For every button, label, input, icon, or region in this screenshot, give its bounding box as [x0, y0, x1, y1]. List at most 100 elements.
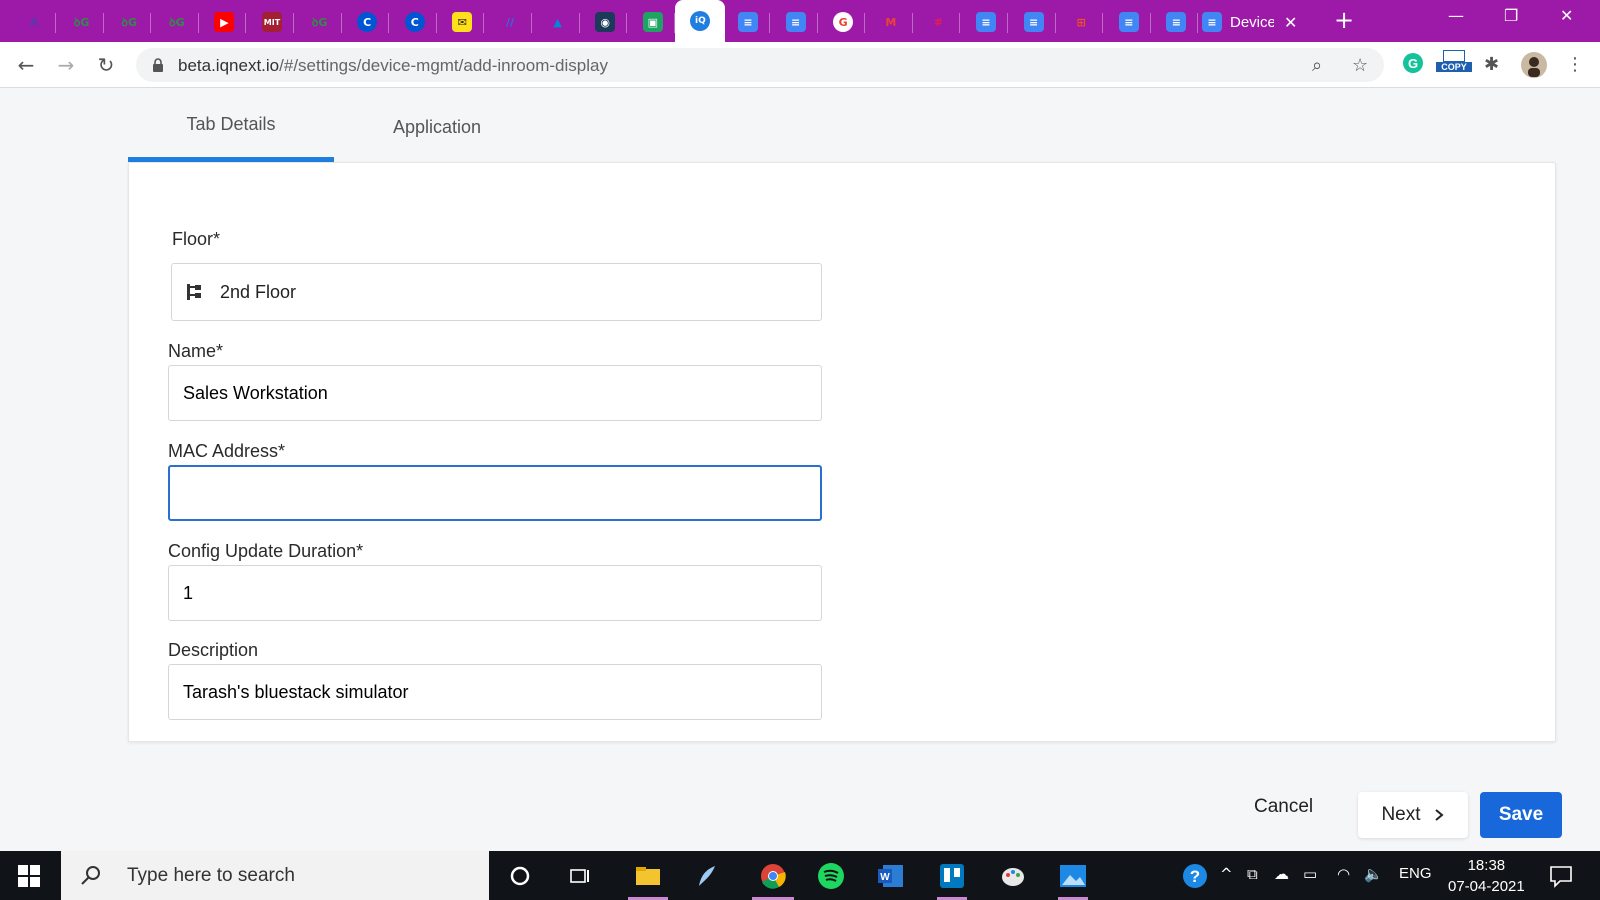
spotify-icon[interactable]	[816, 862, 846, 890]
photos-icon[interactable]	[1058, 862, 1088, 900]
chevron-right-icon	[1434, 809, 1444, 821]
windows-start-icon[interactable]	[18, 865, 40, 887]
chrome-icon[interactable]	[752, 862, 794, 900]
browser-tab[interactable]: ✉	[440, 4, 485, 40]
browser-tab[interactable]: C	[393, 4, 437, 40]
save-button[interactable]: Save	[1480, 792, 1562, 838]
meet-now-icon[interactable]: ⧉	[1247, 865, 1258, 883]
back-arrow-icon[interactable]: ←	[12, 51, 40, 79]
wifi-icon[interactable]: ◠	[1337, 865, 1350, 883]
language-indicator[interactable]: ENG	[1399, 865, 1432, 882]
minimize-icon[interactable]: —	[1448, 6, 1464, 25]
extensions-puzzle-icon[interactable]: ✱	[1484, 54, 1499, 75]
coursera-icon: C	[357, 12, 378, 32]
tab-separator	[769, 13, 770, 33]
gmail-icon: M	[885, 15, 897, 29]
azure-icon: ▲	[553, 15, 562, 29]
clock[interactable]: 18:38 07-04-2021	[1448, 855, 1525, 897]
volume-icon[interactable]: 🔈	[1364, 865, 1383, 883]
config-update-duration-field[interactable]	[183, 566, 821, 620]
cancel-button[interactable]: Cancel	[1254, 796, 1313, 818]
browser-tab[interactable]: ▶	[202, 4, 247, 40]
copy-extension-icon[interactable]: COPY	[1436, 50, 1472, 72]
eye-app-icon: ◉	[595, 12, 616, 32]
browser-tab[interactable]: C	[345, 4, 390, 40]
feather-app-icon[interactable]	[692, 862, 722, 890]
browser-tab[interactable]: ≡	[774, 4, 818, 40]
browser-tab[interactable]: ꝺG	[155, 4, 199, 40]
close-window-icon[interactable]: ✕	[1560, 6, 1573, 25]
browser-tab-title: Device	[1230, 13, 1274, 31]
tab-application[interactable]: Application	[334, 92, 540, 162]
cortana-icon[interactable]	[505, 862, 535, 890]
microsoft-icon: ⊞	[1076, 15, 1086, 29]
name-field[interactable]	[183, 366, 821, 420]
browser-tab[interactable]: //	[488, 4, 532, 40]
address-bar[interactable]: beta.iqnext.io/#/settings/device-mgmt/ad…	[136, 48, 1384, 82]
copy-badge: COPY	[1436, 62, 1472, 72]
reload-icon[interactable]: ↻	[92, 51, 120, 79]
grammarly-icon[interactable]: G	[1402, 52, 1424, 74]
browser-tab[interactable]: MIT	[250, 4, 294, 40]
browser-tab[interactable]: G	[821, 4, 866, 40]
paint-icon[interactable]	[998, 862, 1028, 890]
tab-separator	[340, 13, 342, 33]
geeksforgeeks-icon: ꝺG	[73, 15, 90, 29]
description-input[interactable]	[168, 664, 822, 720]
svg-text:?: ?	[1190, 867, 1200, 886]
browser-tab[interactable]: M	[869, 4, 913, 40]
menu-dots-icon[interactable]: ⋮	[1566, 54, 1584, 75]
task-view-icon[interactable]	[565, 862, 595, 890]
browser-tab[interactable]: #	[916, 4, 961, 40]
new-tab-button[interactable]: +	[1334, 6, 1354, 34]
next-button[interactable]: Next	[1358, 792, 1468, 838]
config-update-duration-input[interactable]	[168, 565, 822, 621]
browser-tab[interactable]: ꝺG	[107, 4, 152, 40]
browser-tab-strip: ≡ Device ✕ + — ❐ ✕ AꝺG ꝺG ꝺG ▶ MIT ꝺG C C ✉ // ▲ ◉ ▣…	[0, 0, 1600, 42]
trello-icon[interactable]	[937, 862, 967, 900]
browser-tab[interactable]: ≡	[1154, 4, 1199, 40]
browser-tab[interactable]: ⊞	[1059, 4, 1104, 40]
browser-tab[interactable]: ≡	[964, 4, 1008, 40]
name-label: Name*	[168, 341, 224, 361]
browser-tab[interactable]: iQ	[675, 0, 726, 42]
browser-tab[interactable]: A	[12, 4, 56, 40]
tab-separator	[578, 13, 580, 33]
tab-separator	[102, 13, 104, 33]
profile-avatar[interactable]	[1520, 51, 1548, 79]
browser-tab-device[interactable]: ≡ Device ✕	[1202, 4, 1314, 40]
mit-ocw-icon: MIT	[262, 12, 282, 32]
browser-tab[interactable]: ▣	[631, 4, 675, 40]
config-update-duration-label: Config Update Duration*	[168, 541, 364, 561]
tab-tab-details[interactable]: Tab Details	[128, 92, 334, 162]
google-chat-icon: ▣	[642, 12, 663, 32]
mac-address-input[interactable]	[168, 465, 822, 521]
browser-tab[interactable]: ◉	[583, 4, 628, 40]
google-docs-icon: ≡	[738, 12, 758, 32]
notifications-icon[interactable]	[1548, 863, 1574, 889]
onedrive-cloud-icon[interactable]: ☁	[1274, 865, 1289, 883]
taskbar-search[interactable]: Type here to search	[61, 851, 489, 900]
browser-tab[interactable]: ꝺG	[298, 4, 342, 40]
tab-separator	[245, 13, 247, 33]
close-tab-icon[interactable]: ✕	[1284, 13, 1297, 32]
bookmark-star-icon[interactable]: ☆	[1352, 55, 1368, 76]
help-icon[interactable]: ?	[1182, 863, 1208, 889]
zoom-icon[interactable]: ⌕	[1312, 55, 1322, 76]
tab-separator	[531, 13, 532, 33]
browser-tab[interactable]: ꝺG	[60, 4, 104, 40]
word-icon[interactable]: W	[876, 862, 906, 890]
description-field[interactable]	[183, 665, 821, 719]
browser-tab[interactable]: ≡	[1107, 4, 1151, 40]
show-hidden-icons-chevron-icon[interactable]: ^	[1220, 865, 1233, 883]
mac-address-field[interactable]	[184, 467, 820, 519]
floor-select[interactable]: 2nd Floor	[171, 263, 822, 321]
browser-tab[interactable]: ≡	[1012, 4, 1056, 40]
restore-icon[interactable]: ❐	[1504, 6, 1518, 25]
name-input[interactable]	[168, 365, 822, 421]
browser-tab[interactable]: ▲	[536, 4, 580, 40]
battery-icon[interactable]: ▭	[1303, 865, 1317, 883]
file-explorer-icon[interactable]	[628, 862, 668, 900]
browser-tab[interactable]: ≡	[726, 4, 770, 40]
forward-arrow-icon[interactable]: →	[52, 51, 80, 79]
